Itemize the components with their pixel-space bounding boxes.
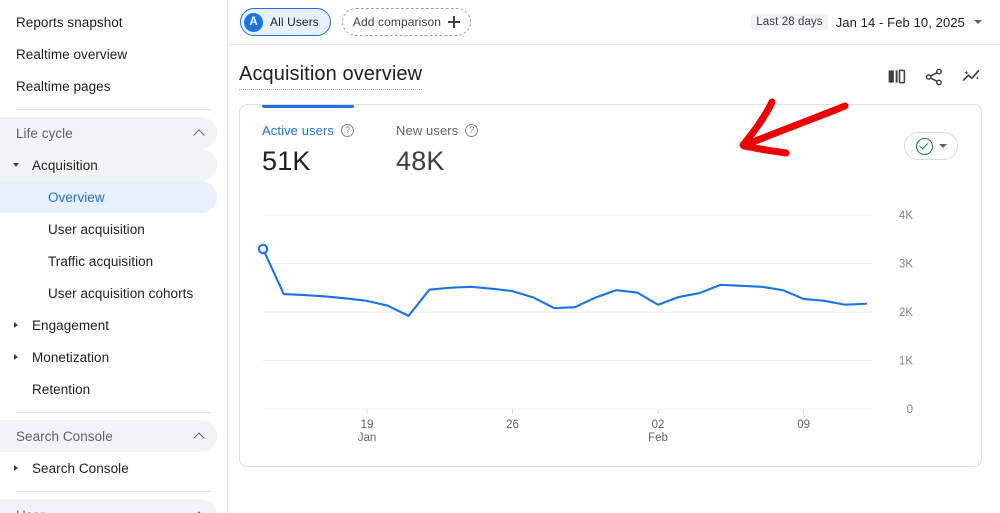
- sidebar-item-overview[interactable]: Overview: [0, 181, 217, 213]
- check-circle-icon: [915, 137, 933, 155]
- data-quality-dropdown[interactable]: [904, 132, 958, 160]
- main-content: A All Users Add comparison Last 28 days …: [228, 0, 1000, 513]
- chart-line-active-users: [261, 247, 868, 317]
- caret-right-icon[interactable]: [14, 354, 18, 360]
- caret-right-icon[interactable]: [14, 465, 18, 471]
- chevron-down-icon[interactable]: [974, 20, 982, 24]
- sidebar-item-reports-snapshot[interactable]: Reports snapshot: [0, 6, 217, 38]
- sidebar-item-label: User acquisition: [48, 221, 145, 237]
- sidebar-item-label: Realtime overview: [16, 46, 128, 62]
- report-toolbar: A All Users Add comparison Last 28 days …: [228, 0, 1000, 45]
- chevron-up-icon[interactable]: [195, 431, 205, 441]
- metric-tabbar: [240, 105, 981, 108]
- y-axis-tick-label: 3K: [899, 259, 913, 271]
- x-axis-tick-label: 09: [797, 419, 810, 431]
- sidebar-item-realtime-overview[interactable]: Realtime overview: [0, 38, 217, 70]
- x-axis-tick-label: 02: [652, 419, 665, 431]
- add-comparison-button[interactable]: Add comparison: [341, 8, 472, 36]
- last-days-badge: Last 28 days: [751, 14, 828, 30]
- add-comparison-label: Add comparison: [352, 15, 442, 29]
- all-users-chip[interactable]: A All Users: [240, 8, 331, 36]
- metric-value: 51K: [262, 146, 311, 176]
- sidebar-item-life-cycle[interactable]: Life cycle: [0, 117, 217, 149]
- share-icon[interactable]: [924, 67, 944, 92]
- sidebar-item-label: Overview: [48, 189, 105, 205]
- sidebar-item-user-acquisition-cohorts[interactable]: User acquisition cohorts: [0, 277, 217, 309]
- sidebar-item-search-console[interactable]: Search Console: [0, 452, 217, 484]
- sidebar-item-label: Search Console: [32, 460, 129, 476]
- y-axis-tick-label: 1K: [899, 356, 913, 368]
- plus-icon: [448, 16, 461, 28]
- compare-view-icon[interactable]: [886, 66, 907, 92]
- help-icon[interactable]: ?: [465, 124, 479, 137]
- sidebar-item-label: Traffic acquisition: [48, 253, 154, 269]
- sidebar-divider: [16, 412, 211, 413]
- sidebar-item-label: Realtime pages: [16, 78, 111, 94]
- metric-label: New users: [396, 123, 459, 138]
- metric-label: Active users: [262, 123, 335, 138]
- sidebar-item-label: Reports snapshot: [16, 14, 123, 30]
- x-axis-tick-label: 26: [506, 419, 519, 431]
- help-icon[interactable]: ?: [341, 124, 355, 137]
- caret-right-icon[interactable]: [14, 322, 18, 328]
- sidebar-item-label: User: [0, 508, 45, 513]
- chart-svg: 0 1K 2K 3K 4K 19Jan 26 02Feb 09: [257, 210, 913, 444]
- sidebar-divider: [16, 491, 211, 492]
- sidebar-item-user[interactable]: User: [0, 499, 217, 513]
- x-axis-month-label: Jan: [358, 432, 377, 444]
- date-range-picker[interactable]: Jan 14 - Feb 10, 2025: [836, 15, 965, 30]
- header-actions: [886, 62, 982, 92]
- insights-icon[interactable]: [961, 66, 982, 92]
- sidebar-item-user-acquisition[interactable]: User acquisition: [0, 213, 217, 245]
- metric-value: 48K: [396, 146, 445, 176]
- sidebar-item-search-console[interactable]: Search Console: [0, 420, 217, 452]
- sidebar-item-traffic-acquisition[interactable]: Traffic acquisition: [0, 245, 217, 277]
- page-title: Acquisition overview: [239, 62, 423, 90]
- x-axis-tick-label: 19: [361, 419, 374, 431]
- sidebar-item-engagement[interactable]: Engagement: [0, 309, 217, 341]
- y-axis-tick-label: 4K: [899, 210, 913, 222]
- avatar: A: [244, 12, 263, 32]
- tab-new-users[interactable]: New users ? 48K: [396, 123, 479, 177]
- y-axis-tick-label: 2K: [899, 307, 913, 319]
- metric-tabs: Active users ? 51K New users ? 48K: [240, 105, 981, 177]
- date-controls: Last 28 days Jan 14 - Feb 10, 2025: [751, 14, 982, 30]
- sidebar-item-monetization[interactable]: Monetization: [0, 341, 217, 373]
- tab-active-users[interactable]: Active users ? 51K: [262, 123, 396, 177]
- chevron-up-icon[interactable]: [195, 128, 205, 138]
- line-chart: 0 1K 2K 3K 4K 19 Jan 26 02 Feb 09: [240, 201, 981, 451]
- analytics-page: Reports snapshot Realtime overview Realtim…: [0, 0, 1000, 513]
- sidebar-item-label: User acquisition cohorts: [48, 285, 194, 301]
- sidebar-item-realtime-pages[interactable]: Realtime pages: [0, 70, 217, 102]
- sidebar-item-retention[interactable]: Retention: [0, 373, 217, 405]
- all-users-chip-label: All Users: [270, 15, 319, 29]
- sidebar-item-label: Life cycle: [16, 125, 73, 141]
- active-tab-indicator: [262, 105, 354, 108]
- caret-down-icon[interactable]: [13, 163, 19, 167]
- x-axis-month-label: Feb: [648, 432, 668, 444]
- y-axis-tick-label: 0: [907, 404, 913, 416]
- overview-card: Active users ? 51K New users ? 48K 0 1K …: [239, 104, 982, 467]
- sidebar-divider: [16, 109, 211, 110]
- sidebar-item-label: Retention: [32, 381, 91, 397]
- sidebar-item-acquisition[interactable]: Acquisition: [0, 149, 217, 181]
- data-point-marker[interactable]: [257, 243, 269, 255]
- sidebar-item-label: Search Console: [16, 428, 113, 444]
- page-header: Acquisition overview: [228, 45, 1000, 92]
- chevron-down-icon: [938, 144, 947, 148]
- report-body: Active users ? 51K New users ? 48K 0 1K …: [228, 92, 1000, 467]
- sidebar: Reports snapshot Realtime overview Realtim…: [0, 0, 228, 513]
